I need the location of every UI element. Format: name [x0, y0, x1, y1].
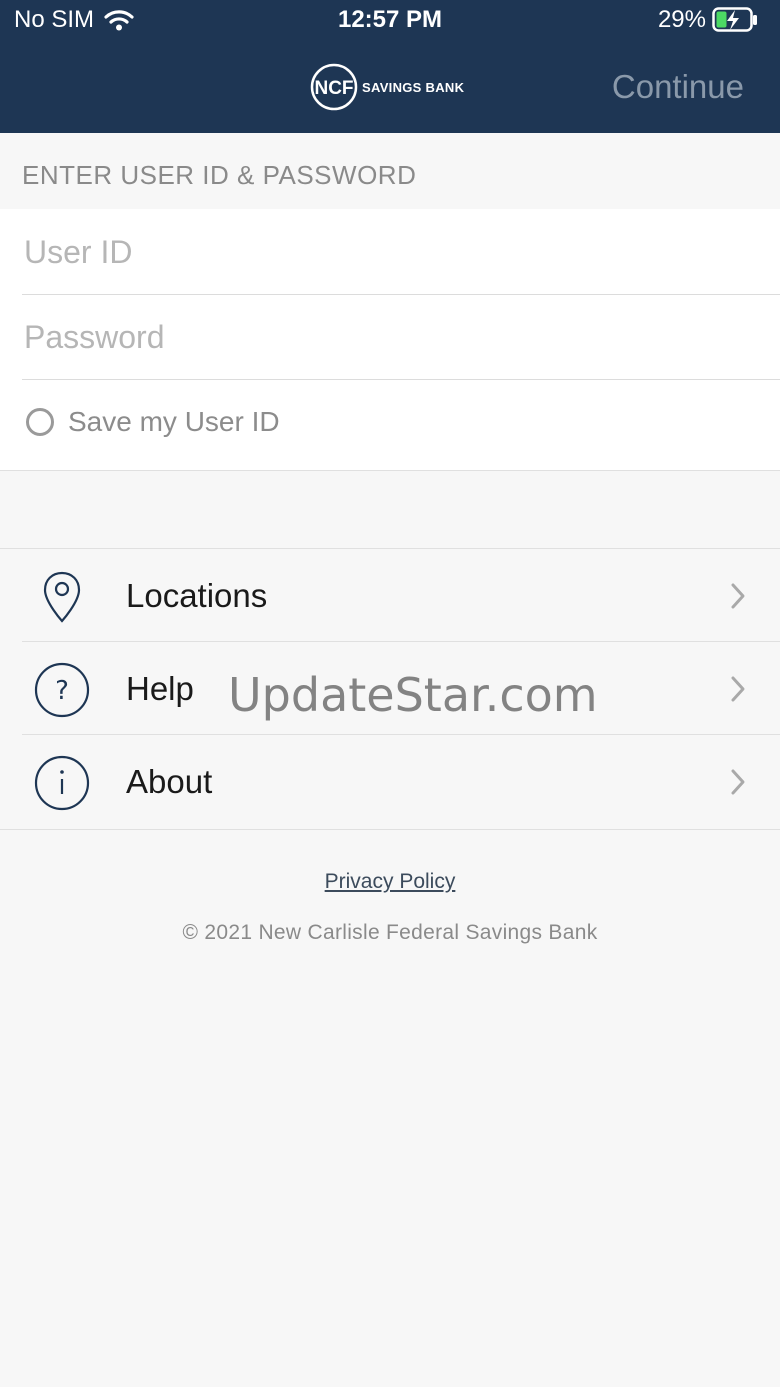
save-user-id-label: Save my User ID [68, 406, 280, 437]
watermark: UpdateStar.com [228, 668, 598, 722]
user-id-field [22, 209, 780, 295]
battery-status: 29% [658, 6, 760, 34]
user-id-input[interactable] [22, 233, 726, 272]
chevron-right-icon [731, 769, 745, 795]
battery-percent: 29% [657, 6, 706, 33]
battery-charging-icon [712, 7, 757, 32]
password-field [22, 294, 780, 380]
menu-label-locations: Locations [126, 577, 268, 614]
login-heading: ENTER USER ID & PASSWORD [22, 160, 417, 190]
chevron-right-icon [731, 583, 745, 609]
menu-label-about: About [126, 763, 213, 800]
logo-text: SAVINGS BANK [362, 79, 465, 95]
menu-label-help: Help [126, 670, 194, 707]
password-input[interactable] [22, 318, 726, 357]
info-circle-icon [34, 755, 90, 811]
svg-text:NCF: NCF [314, 78, 353, 99]
login-form: Save my User ID [0, 209, 780, 471]
location-pin-icon [43, 571, 81, 623]
question-circle-icon: ? [34, 662, 90, 718]
save-user-id-option[interactable]: Save my User ID [26, 406, 280, 438]
continue-button[interactable]: Continue [612, 68, 744, 106]
save-user-id-radio[interactable] [26, 408, 54, 436]
privacy-policy-link[interactable]: Privacy Policy [0, 870, 780, 894]
bank-logo: NCF SAVINGS BANK [310, 63, 464, 111]
app-header: No SIM 12:57 PM 29% NCF SAVINGS BANK Con… [0, 0, 780, 133]
ncf-monogram-logo: NCF [310, 63, 358, 111]
menu-item-about[interactable]: About [0, 735, 780, 828]
copyright-text: © 2021 New Carlisle Federal Savings Bank [182, 921, 598, 944]
status-bar: No SIM 12:57 PM 29% [0, 0, 780, 44]
menu-item-locations[interactable]: Locations [0, 549, 780, 642]
svg-text:?: ? [55, 676, 69, 706]
chevron-right-icon [731, 676, 745, 702]
